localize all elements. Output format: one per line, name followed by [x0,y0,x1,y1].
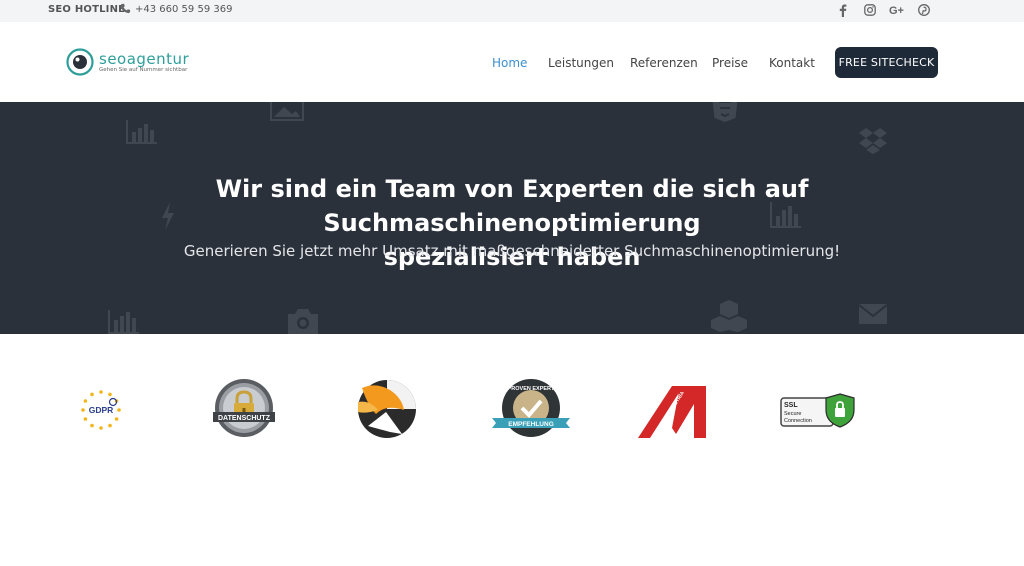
gdpr-label: GDPR [89,405,114,415]
logo-tagline: Gehen Sie auf Nummer sichtbar [99,66,188,73]
nav-leistungen[interactable]: Leistungen [548,56,614,70]
partner-seal-badge [358,380,416,438]
datenschutz-badge: DATENSCHUTZ [213,379,275,437]
facebook-icon[interactable] [836,3,850,17]
dropbox-icon [859,128,887,154]
site-logo[interactable]: seoagentur Gehen Sie auf Nummer sichtbar [66,47,189,77]
bar-chart-icon [108,310,139,334]
logo-name: seoagentur [99,49,190,68]
hero-title-line-1: Wir sind ein Team von Experten die sich … [215,175,809,237]
hero-subtitle: Generieren Sie jetzt mehr Umsatz mit maß… [183,242,841,260]
site-header: seoagentur Gehen Sie auf Nummer sichtbar… [0,22,1024,102]
trust-badges: GDPR DATENSCHUTZ PROVEN EXPERT EMPFEHLUN… [0,334,1024,566]
svg-text:G+: G+ [889,5,904,16]
ssl-label: SSL [784,402,798,409]
ssl-secure-label: Secure [784,411,801,417]
image-icon [270,102,304,121]
proven-expert-label: PROVEN EXPERT [508,386,555,392]
phone-number[interactable]: +43 660 59 59 369 [135,4,232,15]
ssl-badge: SSL Secure Connection [780,393,855,428]
camera-icon [288,309,318,334]
bar-chart-icon [126,120,157,144]
ssl-connection-label: Connection [784,418,812,424]
made-in-austria-badge: MADE IN AUSTRIA [638,386,706,438]
pinterest-icon[interactable] [917,3,931,17]
free-sitecheck-button[interactable]: FREE SITECHECK [835,47,938,78]
eye-logo-icon [66,48,94,76]
html5-icon [712,102,738,122]
nav-preise[interactable]: Preise [712,56,748,70]
datenschutz-label: DATENSCHUTZ [218,415,271,422]
google-plus-icon[interactable]: G+ [888,3,908,17]
phone-icon [120,3,131,14]
top-bar: SEO HOTLINE +43 660 59 59 369 G+ [0,0,1024,22]
gdpr-badge: GDPR [81,390,121,430]
proven-expert-badge: PROVEN EXPERT EMPFEHLUNG [492,379,570,437]
hero-section: Wir sind ein Team von Experten die sich … [0,102,1024,334]
nav-referenzen[interactable]: Referenzen [630,56,698,70]
nav-home[interactable]: Home [492,56,527,70]
cubes-icon [711,300,747,332]
empfehlung-label: EMPFEHLUNG [508,421,554,428]
instagram-icon[interactable] [863,3,877,17]
nav-kontakt[interactable]: Kontakt [769,56,815,70]
hotline-label: SEO HOTLINE [48,4,126,15]
envelope-icon [858,304,888,324]
